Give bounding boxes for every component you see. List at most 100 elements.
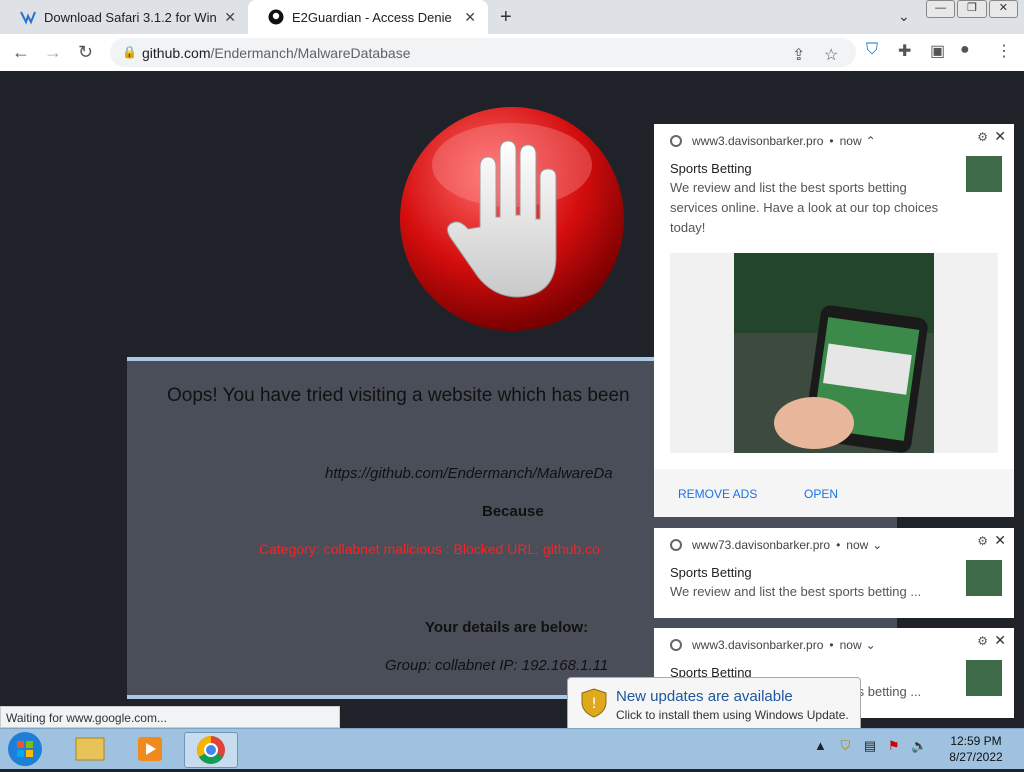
taskbar: ▲ ⛉ ▤ ⚑ 🔈 12:59 PM 8/27/2022 [0, 728, 1024, 769]
notification-body: We review and list the best sports betti… [670, 584, 922, 599]
tab-search-chevron-icon[interactable]: ⌄ [898, 8, 910, 25]
notification-collapsed[interactable]: www73.davisonbarker.pro • now ⌄ ⚙ ✕ Spor… [654, 528, 1014, 618]
remove-ads-button[interactable]: REMOVE ADS [678, 487, 757, 501]
notification-title: Sports Betting [670, 565, 752, 580]
phone-illustration [734, 253, 934, 453]
chrome-icon [670, 539, 682, 551]
chevron-down-icon[interactable]: ⌄ [872, 538, 882, 552]
close-icon[interactable]: ✕ [994, 632, 1006, 649]
tab-label: Download Safari 3.1.2 for Windo [44, 9, 216, 25]
separator-dot: • [829, 134, 834, 148]
status-bar: Waiting for www.google.com... [0, 706, 340, 728]
media-player-taskbar-button[interactable] [124, 732, 176, 766]
back-icon[interactable]: ← [12, 42, 30, 63]
tab-safari-download[interactable]: Download Safari 3.1.2 for Windo ✕ [0, 0, 248, 34]
notification-thumbnail [966, 156, 1002, 192]
url-host: github.com [142, 45, 211, 61]
chrome-icon [670, 135, 682, 147]
notification-expanded[interactable]: www3.davisonbarker.pro • now ⌃ ⚙ ✕ Sport… [654, 124, 1014, 517]
group-ip: Group: collabnet IP: 192.168.1.11 [385, 657, 609, 674]
windows-logo-icon [17, 741, 33, 757]
notification-header: www73.davisonbarker.pro • now ⌄ [670, 538, 882, 552]
reload-icon[interactable]: ↻ [78, 42, 93, 63]
svg-text:!: ! [591, 696, 597, 712]
clock[interactable]: 12:59 PM 8/27/2022 [940, 733, 1012, 765]
chrome-icon [670, 639, 682, 651]
side-panel-icon[interactable]: ▣ [930, 41, 945, 61]
notification-thumbnail [966, 660, 1002, 696]
close-icon[interactable]: ✕ [994, 532, 1006, 549]
separator-dot: • [829, 638, 834, 652]
notification-header: www3.davisonbarker.pro • now ⌃ [670, 134, 876, 148]
address-bar[interactable]: 🔒 github.com/Endermanch/MalwareDatabase … [110, 38, 856, 67]
explorer-taskbar-button[interactable] [64, 732, 116, 766]
update-shield-icon[interactable]: ⛉ [841, 738, 851, 753]
notification-time: now [839, 638, 862, 652]
notification-source: www73.davisonbarker.pro [692, 538, 831, 552]
notification-source: www3.davisonbarker.pro [692, 638, 824, 652]
chevron-down-icon[interactable]: ⌄ [866, 638, 876, 652]
because-label: Because [482, 503, 544, 520]
open-button[interactable]: OPEN [804, 487, 838, 501]
menu-kebab-icon[interactable]: ⋮ [996, 41, 1012, 61]
update-title: New updates are available [616, 688, 793, 705]
safari-favicon-icon [20, 11, 36, 25]
url-path: /Endermanch/MalwareDatabase [210, 45, 411, 61]
tab-close-icon[interactable]: ✕ [464, 9, 476, 26]
notification-header: www3.davisonbarker.pro • now ⌄ [670, 638, 876, 652]
notification-title: Sports Betting [670, 161, 752, 176]
url-text: github.com/Endermanch/MalwareDatabase [142, 45, 410, 61]
separator-dot: • [836, 538, 841, 552]
close-window-icon[interactable]: ✕ [988, 0, 1018, 18]
gear-icon[interactable]: ⚙ [977, 534, 988, 548]
action-center-flag-icon[interactable]: ⚑ [888, 738, 900, 753]
chrome-taskbar-button[interactable] [184, 732, 238, 768]
close-icon[interactable]: ✕ [994, 128, 1006, 145]
browser-toolbar: ← → ↻ 🔒 github.com/Endermanch/MalwareDat… [0, 34, 1024, 72]
blocked-url: https://github.com/Endermanch/MalwareDa [325, 465, 613, 482]
update-body: Click to install them using Windows Upda… [616, 708, 849, 722]
window-controls: — ❐ ✕ [926, 0, 1020, 18]
minimize-icon[interactable]: — [926, 0, 956, 18]
tab-e2guardian[interactable]: E2Guardian - Access Denied ✕ [248, 0, 488, 34]
notification-time: now [846, 538, 869, 552]
notification-actions: REMOVE ADS OPEN [654, 469, 1014, 517]
system-tray: ▲ ⛉ ▤ ⚑ 🔈 [814, 738, 927, 754]
notification-body: We review and list the best sports betti… [670, 180, 939, 235]
github-favicon-icon [268, 9, 284, 25]
new-tab-icon[interactable]: + [500, 6, 512, 29]
tab-close-icon[interactable]: ✕ [224, 9, 236, 26]
phone-betting-photo [734, 253, 934, 453]
browser-chrome: Download Safari 3.1.2 for Windo ✕ E2Guar… [0, 0, 1024, 72]
extensions-puzzle-icon[interactable]: ✚ [898, 41, 911, 61]
windows-update-balloon[interactable]: ! New updates are available Click to ins… [567, 677, 861, 731]
stop-hand-icon [400, 107, 624, 331]
tab-label: E2Guardian - Access Denied [292, 9, 452, 25]
media-player-icon [138, 737, 162, 761]
tab-strip: Download Safari 3.1.2 for Windo ✕ E2Guar… [0, 0, 1024, 34]
notification-thumbnail [966, 560, 1002, 596]
shield-extension-icon[interactable]: ⛉ [866, 41, 878, 59]
notification-image [670, 253, 998, 453]
network-icon[interactable]: ▤ [864, 738, 876, 753]
clock-date: 8/27/2022 [949, 750, 1003, 764]
clock-time: 12:59 PM [950, 734, 1002, 748]
profile-avatar-icon[interactable]: ● [960, 41, 970, 59]
volume-icon[interactable]: 🔈 [911, 738, 927, 753]
denied-heading: Oops! You have tried visiting a website … [167, 385, 630, 406]
bookmark-star-icon[interactable]: ☆ [824, 45, 838, 65]
windows-update-shield-icon: ! [581, 688, 607, 718]
folder-icon [75, 737, 105, 761]
chrome-icon [197, 736, 225, 764]
restore-icon[interactable]: ❐ [957, 0, 987, 18]
gear-icon[interactable]: ⚙ [977, 634, 988, 648]
details-heading: Your details are below: [425, 619, 589, 636]
notification-source: www3.davisonbarker.pro [692, 134, 824, 148]
start-button[interactable] [8, 732, 42, 766]
gear-icon[interactable]: ⚙ [977, 130, 988, 144]
forward-icon[interactable]: → [44, 42, 62, 63]
notification-time: now [839, 134, 862, 148]
chevron-up-icon[interactable]: ⌃ [866, 134, 876, 148]
tray-expand-icon[interactable]: ▲ [814, 738, 827, 753]
share-icon[interactable]: ⇪ [792, 45, 805, 65]
